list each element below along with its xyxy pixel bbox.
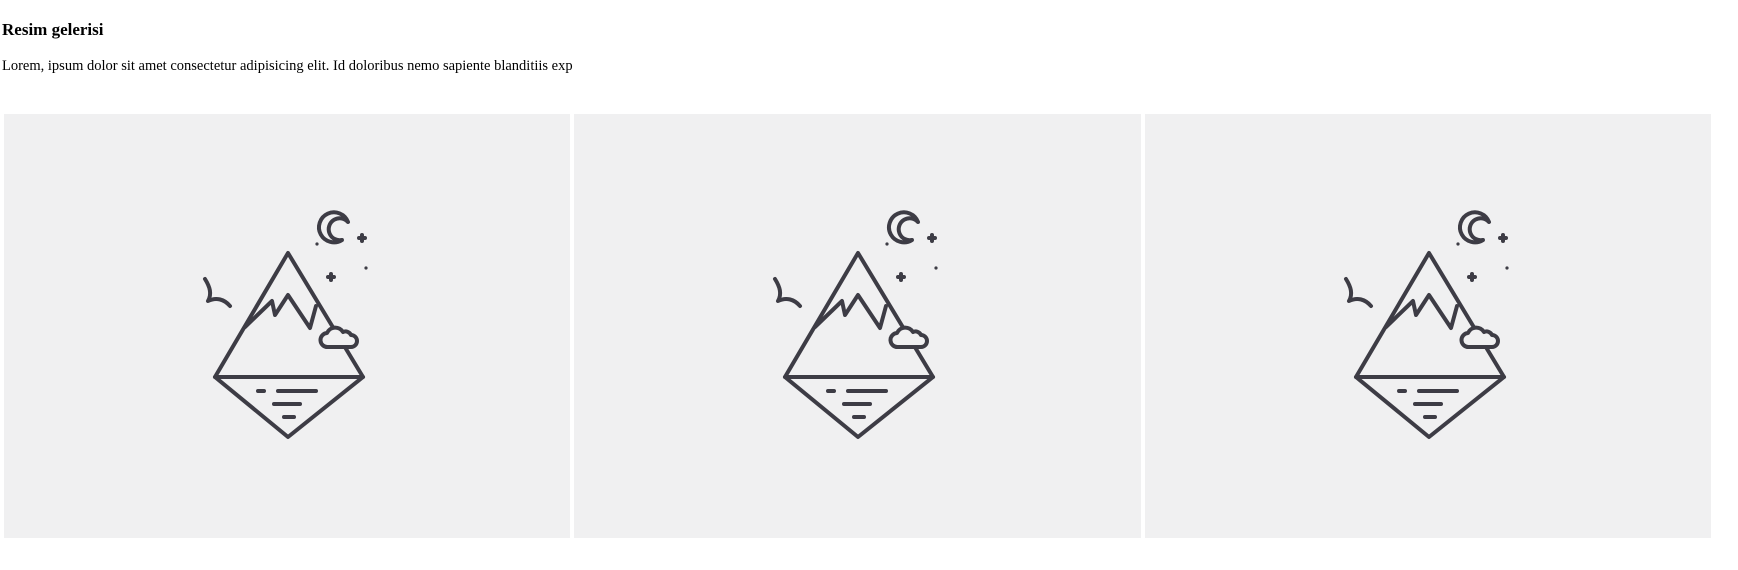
- mountain-landscape-icon: [1343, 210, 1509, 439]
- gallery-card-3[interactable]: [1144, 114, 1711, 538]
- gallery-card-2[interactable]: [574, 114, 1141, 538]
- mountain-landscape-icon: [203, 210, 368, 439]
- image-gallery: [4, 114, 1711, 538]
- page-title: Resim gelerisi: [2, 20, 104, 39]
- page-intro-text: Lorem, ipsum dolor sit amet consectetur …: [2, 58, 573, 74]
- mountain-landscape-icon: [773, 210, 939, 439]
- gallery-card-1[interactable]: [4, 114, 571, 538]
